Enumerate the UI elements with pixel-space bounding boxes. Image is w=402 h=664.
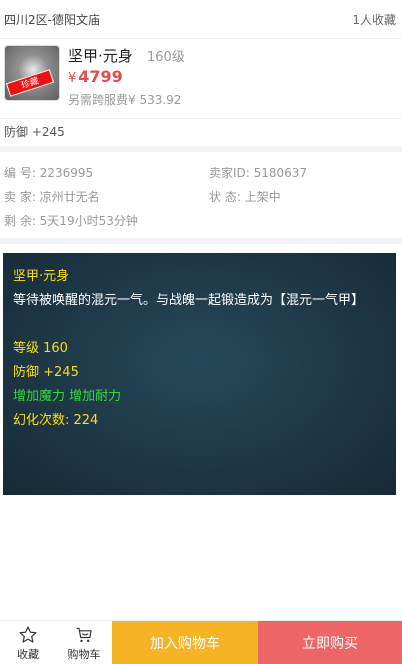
seller-name: 卖 家: 凉州廿无名: [4, 190, 100, 204]
cross-server-fee: 另需跨服费¥ 533.92: [68, 93, 182, 107]
section-divider: [0, 146, 402, 152]
section-divider: [0, 238, 402, 244]
listing-status: 状 态: 上架中: [209, 190, 281, 204]
item-name: 坚甲·元身: [68, 47, 133, 65]
item-thumbnail[interactable]: 珍藏: [4, 45, 60, 101]
listing-number: 编 号: 2236995: [4, 166, 94, 180]
desc-title: 坚甲·元身: [13, 269, 70, 284]
item-description-panel: 坚甲·元身 等待被唤醒的混元一气。与战魄一起锻造成为【混元一气甲】 等级 160…: [3, 253, 396, 495]
server-location: 四川2区-德阳文庙: [4, 12, 100, 27]
item-attribute: 防御 +245: [0, 118, 402, 146]
desc-transform-count: 幻化次数: 224: [13, 413, 99, 428]
item-summary-card: 珍藏 坚甲·元身 160级 ¥4799 另需跨服费¥ 533.92: [0, 38, 402, 116]
buy-now-button[interactable]: 立即购买: [258, 621, 402, 664]
cart-icon-button[interactable]: 购物车: [56, 621, 112, 664]
item-price: ¥4799: [68, 67, 123, 86]
price-value: 4799: [78, 67, 123, 86]
favorite-count: 1人收藏: [352, 12, 396, 27]
add-to-cart-button[interactable]: 加入购物车: [112, 621, 258, 664]
item-level: 160级: [147, 50, 185, 65]
price-currency: ¥: [68, 71, 77, 86]
favorite-button[interactable]: 收藏: [0, 621, 56, 664]
server-header: 四川2区-德阳文庙 1人收藏: [0, 0, 402, 38]
listing-info: 编 号: 2236995 卖家ID: 5180637 卖 家: 凉州廿无名 状 …: [0, 156, 402, 238]
star-icon: [19, 626, 37, 643]
seller-id: 卖家ID: 5180637: [209, 166, 308, 180]
desc-text: 等待被唤醒的混元一气。与战魄一起锻造成为【混元一气甲】: [13, 293, 365, 308]
cart-icon-label: 购物车: [67, 647, 101, 661]
bottom-action-bar: 收藏 购物车 加入购物车 立即购买: [0, 620, 402, 664]
time-remaining: 剩 余: 5天19小时53分钟: [4, 214, 138, 228]
favorite-label: 收藏: [17, 647, 39, 661]
desc-defense: 防御 +245: [13, 365, 79, 380]
shopping-cart-icon: [76, 627, 92, 642]
desc-bonus: 增加魔力 增加耐力: [13, 389, 122, 404]
desc-level: 等级 160: [13, 341, 68, 356]
